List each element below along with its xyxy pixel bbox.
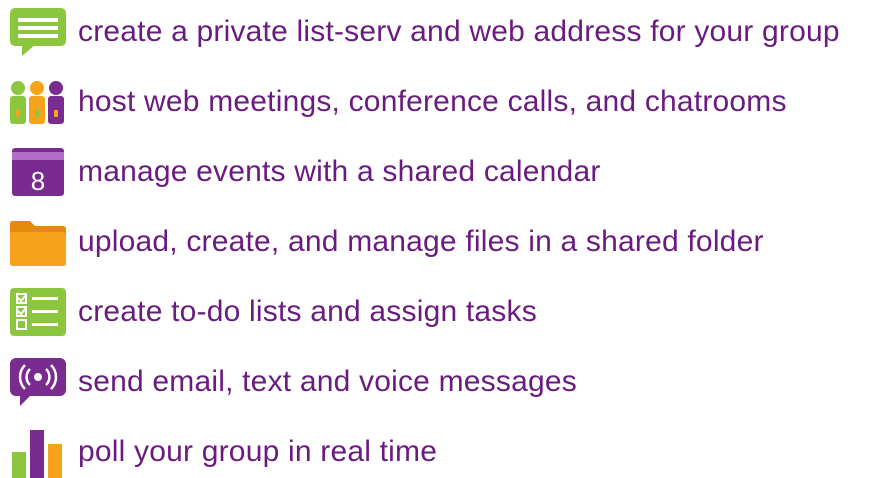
feature-item-messages: send email, text and voice messages	[8, 356, 876, 408]
feature-item-files: upload, create, and manage files in a sh…	[8, 216, 876, 268]
feature-text: create a private list-serv and web addre…	[78, 15, 840, 48]
feature-text: poll your group in real time	[78, 435, 438, 468]
feature-item-poll: poll your group in real time	[8, 426, 876, 478]
feature-text: send email, text and voice messages	[78, 365, 577, 398]
feature-text: host web meetings, conference calls, and…	[78, 85, 787, 118]
checklist-icon	[8, 286, 68, 338]
feature-item-meetings: host web meetings, conference calls, and…	[8, 76, 876, 128]
feature-item-listserv: create a private list-serv and web addre…	[8, 6, 876, 58]
calendar-icon: 8	[8, 146, 68, 198]
message-bubble-icon	[8, 6, 68, 58]
people-group-icon	[8, 76, 68, 128]
feature-text: upload, create, and manage files in a sh…	[78, 225, 764, 258]
calendar-day: 8	[31, 166, 45, 196]
feature-text: create to-do lists and assign tasks	[78, 295, 537, 328]
feature-list: create a private list-serv and web addre…	[0, 0, 876, 478]
folder-icon	[8, 216, 68, 268]
feature-item-todo: create to-do lists and assign tasks	[8, 286, 876, 338]
broadcast-bubble-icon	[8, 356, 68, 408]
bar-chart-icon	[8, 426, 68, 478]
feature-text: manage events with a shared calendar	[78, 155, 601, 188]
feature-item-calendar: 8 manage events with a shared calendar	[8, 146, 876, 198]
